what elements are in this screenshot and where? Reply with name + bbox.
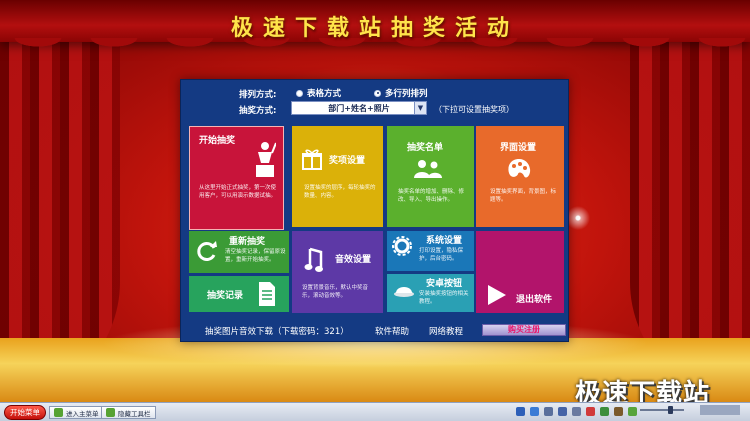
ui-settings-title: 界面设置 xyxy=(500,143,537,153)
draw-label: 抽奖方式: xyxy=(239,106,277,116)
radio-table-label: 表格方式 xyxy=(307,89,342,99)
help-link[interactable]: 软件帮助 xyxy=(375,325,409,337)
radio-table-dot xyxy=(296,89,303,97)
radio-multirow[interactable]: 多行列排列 xyxy=(374,87,428,99)
system-settings-title: 系统设置 xyxy=(426,236,463,246)
taskbar: 开始菜单 进入主菜单 隐藏工具栏 xyxy=(0,402,750,421)
volume-knob[interactable] xyxy=(668,406,673,414)
restart-lottery-desc: 清空抽奖记录，保留原设置，重新开始抽奖。 xyxy=(225,249,286,263)
taskbar-item-hide-toolbar-label: 隐藏工具栏 xyxy=(118,409,151,418)
exit-software-tile[interactable]: 退出软件 xyxy=(476,231,564,313)
app-icon xyxy=(106,408,115,417)
display-icon[interactable] xyxy=(530,407,539,416)
restart-lottery-tile[interactable]: 重新抽奖 清空抽奖记录，保留原设置，重新开始抽奖。 xyxy=(189,231,289,273)
radio-table[interactable]: 表格方式 xyxy=(296,87,341,99)
draw-row: 抽奖方式: 部门+姓名+照片 ▼ （下拉可设置抽奖项） xyxy=(181,100,570,118)
refresh-icon xyxy=(197,241,217,261)
android-button-tile[interactable]: 安卓按钮 安装抽奖按钮的相关教程。 xyxy=(387,274,474,312)
prize-settings-tile[interactable]: 奖项设置 设置抽奖的层序，每轮抽奖的数量、内容。 xyxy=(292,126,383,227)
banner-title: 极速下载站抽奖活动 xyxy=(230,16,519,41)
clock xyxy=(700,405,740,415)
tray-icon[interactable] xyxy=(558,407,567,416)
lottery-record-title: 抽奖记录 xyxy=(207,291,244,301)
tutorial-link[interactable]: 网络教程 xyxy=(429,325,463,337)
lottery-list-title: 抽奖名单 xyxy=(407,143,444,153)
sound-settings-tile[interactable]: 音效设置 设置背景音乐，默认中奖音乐，滚动音效等。 xyxy=(292,231,383,313)
people-icon xyxy=(414,160,442,178)
draw-method-value: 部门+姓名+照片 xyxy=(328,103,390,113)
taskbar-item-main-menu[interactable]: 进入主菜单 xyxy=(49,406,104,419)
volume-slider[interactable] xyxy=(640,406,684,414)
lottery-record-tile[interactable]: 抽奖记录 xyxy=(189,276,289,312)
palette-icon xyxy=(508,159,531,178)
start-lottery-title: 开始抽奖 xyxy=(199,136,236,146)
bottom-bar: 抽奖图片音效下载（下载密码：321） 软件帮助 网络教程 购买注册 xyxy=(181,322,570,342)
sound-settings-desc: 设置背景音乐，默认中奖音乐，滚动音效等。 xyxy=(302,285,369,299)
sound-settings-title: 音效设置 xyxy=(335,255,372,265)
android-button-title: 安卓按钮 xyxy=(426,279,463,289)
buy-register-button[interactable]: 购买注册 xyxy=(482,324,566,336)
system-settings-desc: 打印设置，隐私保护，后台密码。 xyxy=(419,248,464,262)
play-arrow-icon xyxy=(488,285,506,305)
arrange-label: 排列方式: xyxy=(239,90,277,100)
document-icon xyxy=(259,282,275,306)
taskbar-item-hide-toolbar[interactable]: 隐藏工具栏 xyxy=(101,406,156,419)
lottery-list-tile[interactable]: 抽奖名单 抽奖名单的增加、删除、修改、导入、导出操作。 xyxy=(387,126,474,227)
exit-software-title: 退出软件 xyxy=(516,295,553,305)
system-settings-tile[interactable]: 系统设置 打印设置，隐私保护，后台密码。 xyxy=(387,231,474,271)
prize-settings-desc: 设置抽奖的层序，每轮抽奖的数量、内容。 xyxy=(304,185,376,199)
start-lottery-tile[interactable]: 开始抽奖 从这里开始正式抽奖，第一次使用客户，可以用演示数据试抽。 xyxy=(189,126,284,230)
network-icon[interactable] xyxy=(516,407,525,416)
prize-settings-title: 奖项设置 xyxy=(329,156,366,166)
lottery-list-desc: 抽奖名单的增加、删除、修改、导入、导出操作。 xyxy=(398,189,465,203)
ui-settings-desc: 设置抽奖界面，背景图，标题等。 xyxy=(490,189,557,203)
volume-track xyxy=(640,409,684,411)
tray-icon[interactable] xyxy=(614,407,623,416)
lottery-window: 排列方式: 表格方式 多行列排列 抽奖方式: 部门+姓名+照片 ▼ （下拉可设置… xyxy=(180,79,569,342)
download-link[interactable]: 抽奖图片音效下载（下载密码：321） xyxy=(205,325,349,337)
tray-icon[interactable] xyxy=(586,407,595,416)
radio-multirow-label: 多行列排列 xyxy=(385,89,428,99)
chevron-down-icon[interactable]: ▼ xyxy=(414,102,426,114)
music-note-icon xyxy=(304,247,323,272)
android-button-desc: 安装抽奖按钮的相关教程。 xyxy=(419,291,469,305)
presenter-icon xyxy=(256,142,276,177)
gift-icon xyxy=(302,149,322,170)
tray-icon[interactable] xyxy=(600,407,609,416)
restart-lottery-title: 重新抽奖 xyxy=(229,237,266,247)
draw-hint: （下拉可设置抽奖项） xyxy=(434,105,514,114)
tray-icon[interactable] xyxy=(628,407,637,416)
draw-method-select[interactable]: 部门+姓名+照片 ▼ xyxy=(291,101,427,115)
start-lottery-desc: 从这里开始正式抽奖，第一次使用客户，可以用演示数据试抽。 xyxy=(199,185,277,199)
button-dome-icon xyxy=(394,287,414,297)
tray-icon[interactable] xyxy=(544,407,553,416)
start-menu-button[interactable]: 开始菜单 xyxy=(4,405,46,420)
ui-settings-tile[interactable]: 界面设置 设置抽奖界面，背景图，标题等。 xyxy=(476,126,564,227)
radio-multirow-dot xyxy=(374,89,381,97)
tray-icon[interactable] xyxy=(572,407,581,416)
taskbar-item-main-menu-label: 进入主菜单 xyxy=(66,409,99,418)
gear-icon xyxy=(392,236,412,256)
app-icon xyxy=(54,408,63,417)
